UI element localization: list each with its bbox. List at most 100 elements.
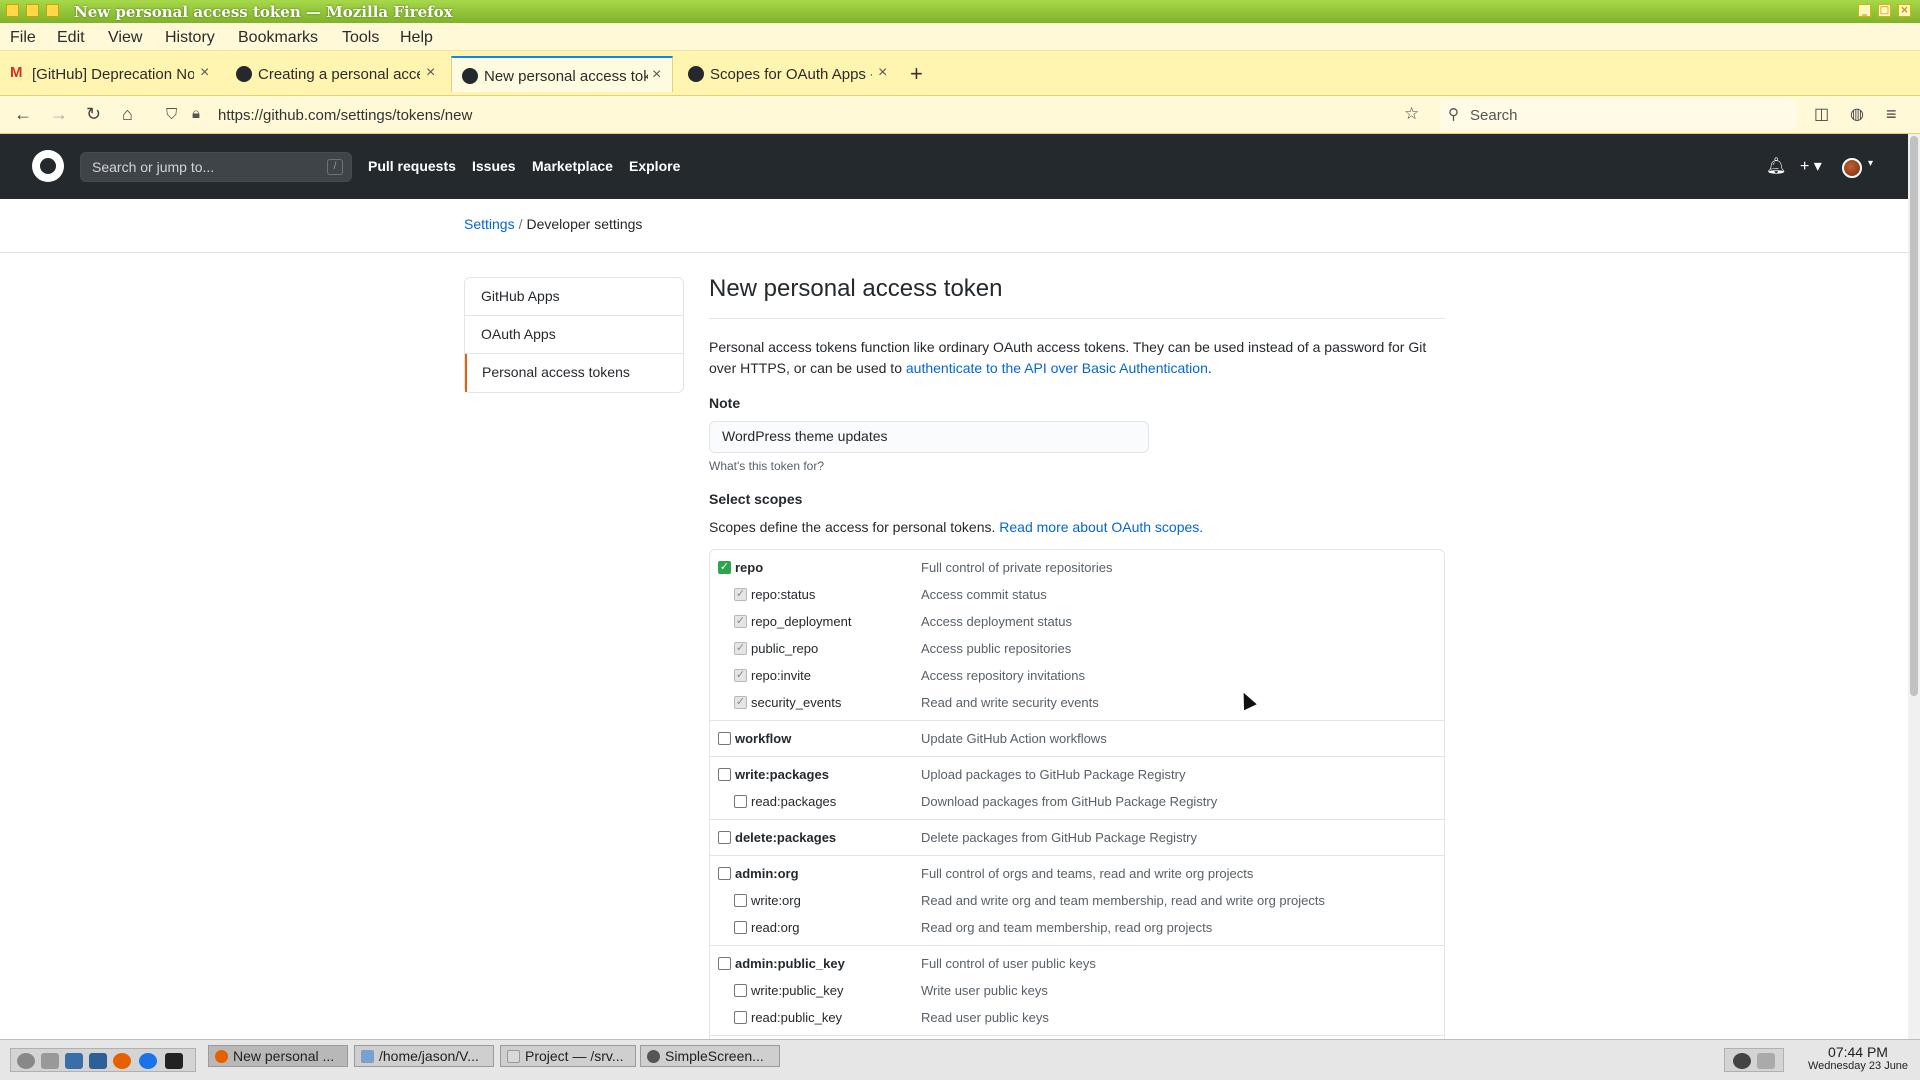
close-tab-icon[interactable]: ×: [652, 66, 661, 84]
terminal-icon[interactable]: [165, 1053, 183, 1069]
back-icon[interactable]: ←: [14, 104, 32, 125]
file-manager-icon[interactable]: [65, 1053, 83, 1069]
scope-checkbox[interactable]: ✓: [734, 696, 747, 709]
scope-checkbox[interactable]: ✓: [718, 561, 731, 574]
scope-row[interactable]: write:packages Upload packages to GitHub …: [710, 761, 1444, 788]
scope-checkbox[interactable]: [734, 921, 747, 934]
window-menu-icon[interactable]: [6, 4, 19, 17]
avatar[interactable]: [1842, 158, 1862, 178]
menu-bookmarks[interactable]: Bookmarks: [238, 29, 318, 47]
reload-icon[interactable]: ↻: [86, 104, 101, 125]
nav-pull-requests[interactable]: Pull requests: [368, 158, 456, 174]
scope-row[interactable]: write:public_key Write user public keys: [710, 977, 1444, 1004]
plus-dropdown-icon[interactable]: + ▾: [1800, 156, 1822, 176]
close-tab-icon[interactable]: ×: [200, 64, 209, 82]
url-text[interactable]: https://github.com/settings/tokens/new: [218, 107, 472, 124]
forward-icon[interactable]: →: [50, 104, 68, 125]
scope-row[interactable]: ✓ repo:invite Access repository invitation…: [710, 662, 1444, 689]
chevron-down-icon[interactable]: ▾: [1868, 158, 1873, 169]
scope-checkbox[interactable]: ✓: [734, 615, 747, 628]
note-input[interactable]: WordPress theme updates: [709, 421, 1149, 453]
maximize-icon[interactable]: □: [1878, 4, 1891, 17]
scope-checkbox[interactable]: [718, 957, 731, 970]
oauth-scopes-link[interactable]: Read more about OAuth scopes.: [999, 519, 1203, 535]
extension-icon[interactable]: ◍: [1850, 104, 1864, 124]
record-icon[interactable]: [1733, 1053, 1751, 1069]
task-file-manager[interactable]: /home/jason/V...: [354, 1045, 494, 1067]
scope-checkbox[interactable]: ✓: [734, 642, 747, 655]
tab-oauth-scopes[interactable]: Scopes for OAuth Apps - G ×: [678, 56, 898, 92]
task-project[interactable]: Project — /srv...: [500, 1045, 636, 1067]
github-search-input[interactable]: Search or jump to... /: [80, 152, 352, 182]
page-scrollbar-thumb[interactable]: [1910, 136, 1918, 696]
scope-checkbox[interactable]: [718, 831, 731, 844]
new-tab-icon[interactable]: +: [910, 61, 923, 87]
scope-row[interactable]: workflow Update GitHub Action workflows: [710, 725, 1444, 752]
close-tab-icon[interactable]: ×: [878, 64, 887, 82]
scope-name: read:public_key: [751, 1010, 843, 1025]
nav-marketplace[interactable]: Marketplace: [532, 158, 613, 174]
scope-row[interactable]: admin:public_key Full control of user pub…: [710, 950, 1444, 977]
window-sticky-icon[interactable]: [46, 4, 59, 17]
home-icon[interactable]: ⌂: [122, 104, 133, 125]
scope-row[interactable]: ✓ repo_deployment Access deployment status: [710, 608, 1444, 635]
scope-checkbox[interactable]: ✓: [734, 669, 747, 682]
scope-row[interactable]: write:org Read and write org and team mem…: [710, 887, 1444, 914]
menu-edit[interactable]: Edit: [57, 29, 85, 47]
scope-row[interactable]: ✓ repo:status Access commit status: [710, 581, 1444, 608]
scope-checkbox[interactable]: [718, 867, 731, 880]
network-icon[interactable]: [1757, 1053, 1775, 1069]
scope-row[interactable]: delete:packages Delete packages from GitH…: [710, 824, 1444, 851]
sidebar-item-oauth-apps[interactable]: OAuth Apps: [465, 316, 683, 354]
task-firefox[interactable]: New personal ...: [208, 1045, 348, 1067]
task-simplescreenrecorder[interactable]: SimpleScreen...: [640, 1045, 780, 1067]
bookmark-star-icon[interactable]: ☆: [1404, 104, 1419, 124]
scope-row[interactable]: admin:org Full control of orgs and teams,…: [710, 860, 1444, 887]
scope-checkbox[interactable]: [734, 795, 747, 808]
menu-view[interactable]: View: [108, 29, 142, 47]
menu-help[interactable]: Help: [400, 29, 433, 47]
nav-issues[interactable]: Issues: [472, 158, 516, 174]
chrome-icon[interactable]: [139, 1053, 157, 1069]
show-desktop-icon[interactable]: [41, 1053, 59, 1069]
url-bar[interactable]: ⛉ 🔒︎ https://github.com/settings/tokens/…: [160, 100, 1420, 130]
lock-icon[interactable]: 🔒︎: [192, 105, 200, 122]
tab-gmail-deprecation[interactable]: M [GitHub] Deprecation Not ×: [0, 56, 220, 92]
scope-row[interactable]: read:public_key Read user public keys: [710, 1004, 1444, 1031]
scope-row[interactable]: ✓ repo Full control of private repositorie…: [710, 554, 1444, 581]
scope-checkbox[interactable]: [734, 984, 747, 997]
menu-file[interactable]: File: [10, 29, 36, 47]
scope-checkbox[interactable]: ✓: [734, 588, 747, 601]
scope-checkbox[interactable]: [734, 1011, 747, 1024]
pocket-icon[interactable]: ◫: [1814, 104, 1829, 124]
shield-icon[interactable]: ⛉: [166, 106, 177, 123]
window-shade-icon[interactable]: [26, 4, 39, 17]
tab-creating-token[interactable]: Creating a personal acces ×: [226, 56, 446, 92]
scope-checkbox[interactable]: [718, 732, 731, 745]
nav-explore[interactable]: Explore: [629, 158, 680, 174]
browser-search-input[interactable]: ⚲ Search: [1440, 100, 1796, 130]
breadcrumb-settings[interactable]: Settings: [464, 216, 515, 232]
sidebar-item-github-apps[interactable]: GitHub Apps: [465, 278, 683, 316]
clock[interactable]: 07:44 PM Wednesday 23 June: [1798, 1044, 1918, 1072]
menu-history[interactable]: History: [165, 29, 215, 47]
scope-row[interactable]: read:packages Download packages from GitH…: [710, 788, 1444, 815]
scope-row[interactable]: ✓ public_repo Access public repositories: [710, 635, 1444, 662]
firefox-icon[interactable]: [113, 1053, 131, 1069]
hamburger-menu-icon[interactable]: ≡: [1886, 104, 1897, 125]
menu-tools[interactable]: Tools: [342, 29, 379, 47]
close-window-icon[interactable]: ×: [1898, 4, 1911, 17]
app-menu-icon[interactable]: [17, 1053, 35, 1069]
bell-icon[interactable]: 🔔︎: [1766, 156, 1786, 176]
sidebar-item-personal-access-tokens[interactable]: Personal access tokens: [465, 354, 683, 392]
files-icon[interactable]: [89, 1053, 107, 1069]
close-tab-icon[interactable]: ×: [426, 64, 435, 82]
scope-row[interactable]: ✓ security_events Read and write security …: [710, 689, 1444, 716]
minimize-icon[interactable]: _: [1858, 4, 1871, 17]
scope-checkbox[interactable]: [734, 894, 747, 907]
scope-row[interactable]: read:org Read org and team membership, re…: [710, 914, 1444, 941]
github-logo-icon[interactable]: [32, 150, 64, 182]
tab-new-token[interactable]: New personal access toke ×: [451, 56, 673, 92]
basic-auth-link[interactable]: authenticate to the API over Basic Authe…: [906, 360, 1208, 376]
scope-checkbox[interactable]: [718, 768, 731, 781]
